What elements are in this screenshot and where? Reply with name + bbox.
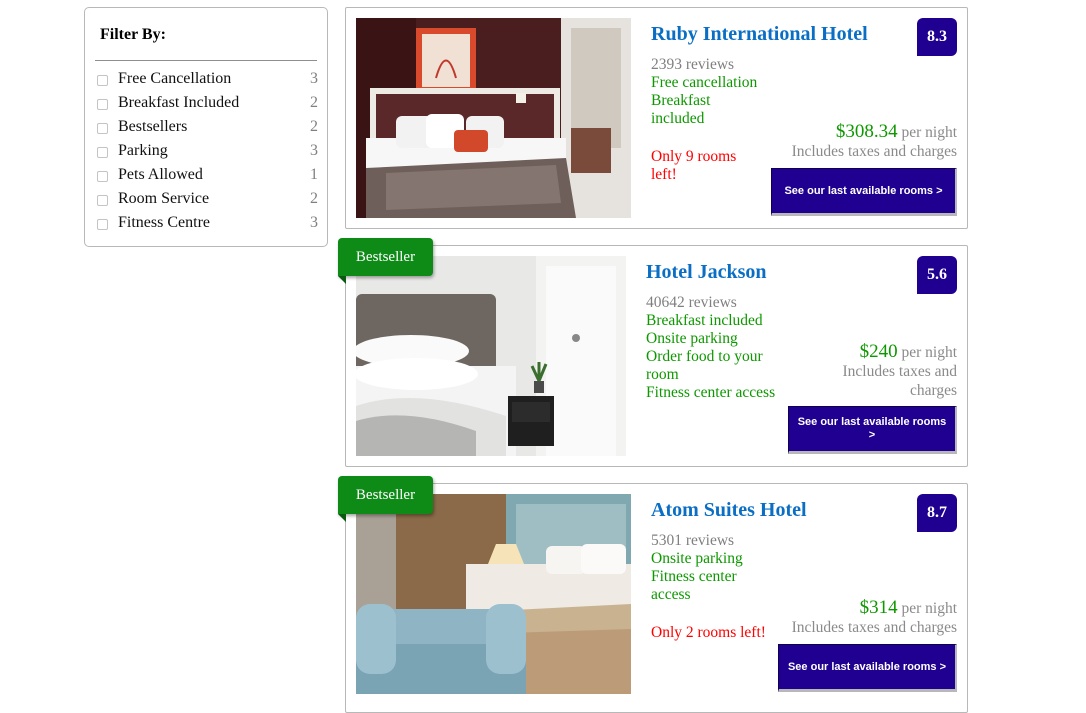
amenity: Breakfast included xyxy=(646,312,763,329)
rating-badge: 8.3 xyxy=(917,18,957,56)
price-block: $314 per night Includes taxes and charge… xyxy=(792,598,957,637)
hotel-name-link[interactable]: Atom Suites Hotel xyxy=(651,499,807,522)
filter-option-bestsellers[interactable]: Bestsellers 2 xyxy=(85,118,327,142)
filter-divider xyxy=(95,60,317,61)
hotel-photo[interactable] xyxy=(356,494,631,694)
hotel-name-link[interactable]: Hotel Jackson xyxy=(646,261,767,284)
amenity: included xyxy=(651,110,705,127)
amenity: Fitness center xyxy=(651,568,737,585)
filter-count: 3 xyxy=(310,214,318,231)
fitness-centre-checkbox[interactable] xyxy=(97,219,108,230)
filter-title: Filter By: xyxy=(100,26,166,43)
price-amount: $240 xyxy=(859,341,898,362)
bestsellers-checkbox[interactable] xyxy=(97,123,108,134)
tax-note: Includes taxes and charges xyxy=(791,143,957,160)
hotel-name-link[interactable]: Ruby International Hotel xyxy=(651,23,868,46)
bestseller-badge: Bestseller xyxy=(338,476,433,522)
see-available-rooms-button[interactable]: See our last available rooms > xyxy=(778,644,957,692)
filter-label: Pets Allowed xyxy=(118,166,203,183)
tax-note: Includes taxes and charges xyxy=(791,619,957,636)
filter-count: 2 xyxy=(310,118,318,135)
amenity: access xyxy=(651,586,691,603)
amenity: Onsite parking xyxy=(651,550,743,567)
see-available-rooms-button[interactable]: See our last available rooms > xyxy=(771,168,957,216)
price-unit: per night xyxy=(901,344,957,361)
rating-badge: 5.6 xyxy=(917,256,957,294)
filter-label: Bestsellers xyxy=(118,118,188,135)
filter-label: Breakfast Included xyxy=(118,94,240,111)
hotel-info: 40642 reviews Breakfast included Onsite … xyxy=(646,294,778,402)
rating-badge: 8.7 xyxy=(917,494,957,532)
amenity: Onsite parking xyxy=(646,330,738,347)
review-count: 40642 reviews xyxy=(646,294,737,311)
hotel-photo[interactable] xyxy=(356,256,626,456)
amenity: Fitness center access xyxy=(646,384,776,401)
filter-count: 3 xyxy=(310,142,318,159)
tax-note: Includes taxes and charges xyxy=(842,363,958,399)
hotel-info: 2393 reviews Free cancellation Breakfast… xyxy=(651,56,761,184)
review-count: 5301 reviews xyxy=(651,532,735,549)
filter-option-breakfast-included[interactable]: Breakfast Included 2 xyxy=(85,94,327,118)
filter-label: Free Cancellation xyxy=(118,70,232,87)
bestseller-badge: Bestseller xyxy=(338,238,433,284)
price-unit: per night xyxy=(901,124,957,141)
filter-panel: Filter By: Free Cancellation 3 Breakfast… xyxy=(84,7,328,247)
pets-allowed-checkbox[interactable] xyxy=(97,171,108,182)
hotel-card: Ruby International Hotel 2393 reviews Fr… xyxy=(345,7,968,229)
amenity: Free cancellation xyxy=(651,74,758,91)
filter-list: Free Cancellation 3 Breakfast Included 2… xyxy=(85,70,327,238)
filter-count: 3 xyxy=(310,70,318,87)
filter-option-pets-allowed[interactable]: Pets Allowed 1 xyxy=(85,166,327,190)
price-block: $308.34 per night Includes taxes and cha… xyxy=(792,122,957,161)
filter-option-free-cancellation[interactable]: Free Cancellation 3 xyxy=(85,70,327,94)
parking-checkbox[interactable] xyxy=(97,147,108,158)
filter-label: Fitness Centre xyxy=(118,214,210,231)
availability-warning: Only 9 rooms left! xyxy=(651,148,737,183)
hotel-card: Atom Suites Hotel 5301 reviews Onsite pa… xyxy=(338,476,968,713)
amenity: Order food to your room xyxy=(646,348,763,383)
filter-label: Room Service xyxy=(118,190,210,207)
hotel-photo[interactable] xyxy=(356,18,631,218)
price-block: $240 per night Includes taxes and charge… xyxy=(827,341,958,400)
free-cancellation-checkbox[interactable] xyxy=(97,75,108,86)
filter-option-parking[interactable]: Parking 3 xyxy=(85,142,327,166)
hotel-card: Hotel Jackson 40642 reviews Breakfast in… xyxy=(338,238,968,467)
filter-option-room-service[interactable]: Room Service 2 xyxy=(85,190,327,214)
hotel-info: 5301 reviews Onsite parking Fitness cent… xyxy=(651,532,766,642)
review-count: 2393 reviews xyxy=(651,56,735,73)
filter-option-fitness-centre[interactable]: Fitness Centre 3 xyxy=(85,214,327,238)
price-amount: $308.34 xyxy=(835,121,898,142)
price-amount: $314 xyxy=(859,597,898,618)
availability-warning: Only 2 rooms left! xyxy=(651,624,766,641)
price-unit: per night xyxy=(901,600,957,617)
filter-count: 2 xyxy=(310,190,318,207)
filter-count: 2 xyxy=(310,94,318,111)
room-service-checkbox[interactable] xyxy=(97,195,108,206)
amenity: Breakfast xyxy=(651,92,711,109)
see-available-rooms-button[interactable]: See our last available rooms > xyxy=(788,406,957,454)
filter-label: Parking xyxy=(118,142,168,159)
filter-count: 1 xyxy=(310,166,318,183)
breakfast-included-checkbox[interactable] xyxy=(97,99,108,110)
